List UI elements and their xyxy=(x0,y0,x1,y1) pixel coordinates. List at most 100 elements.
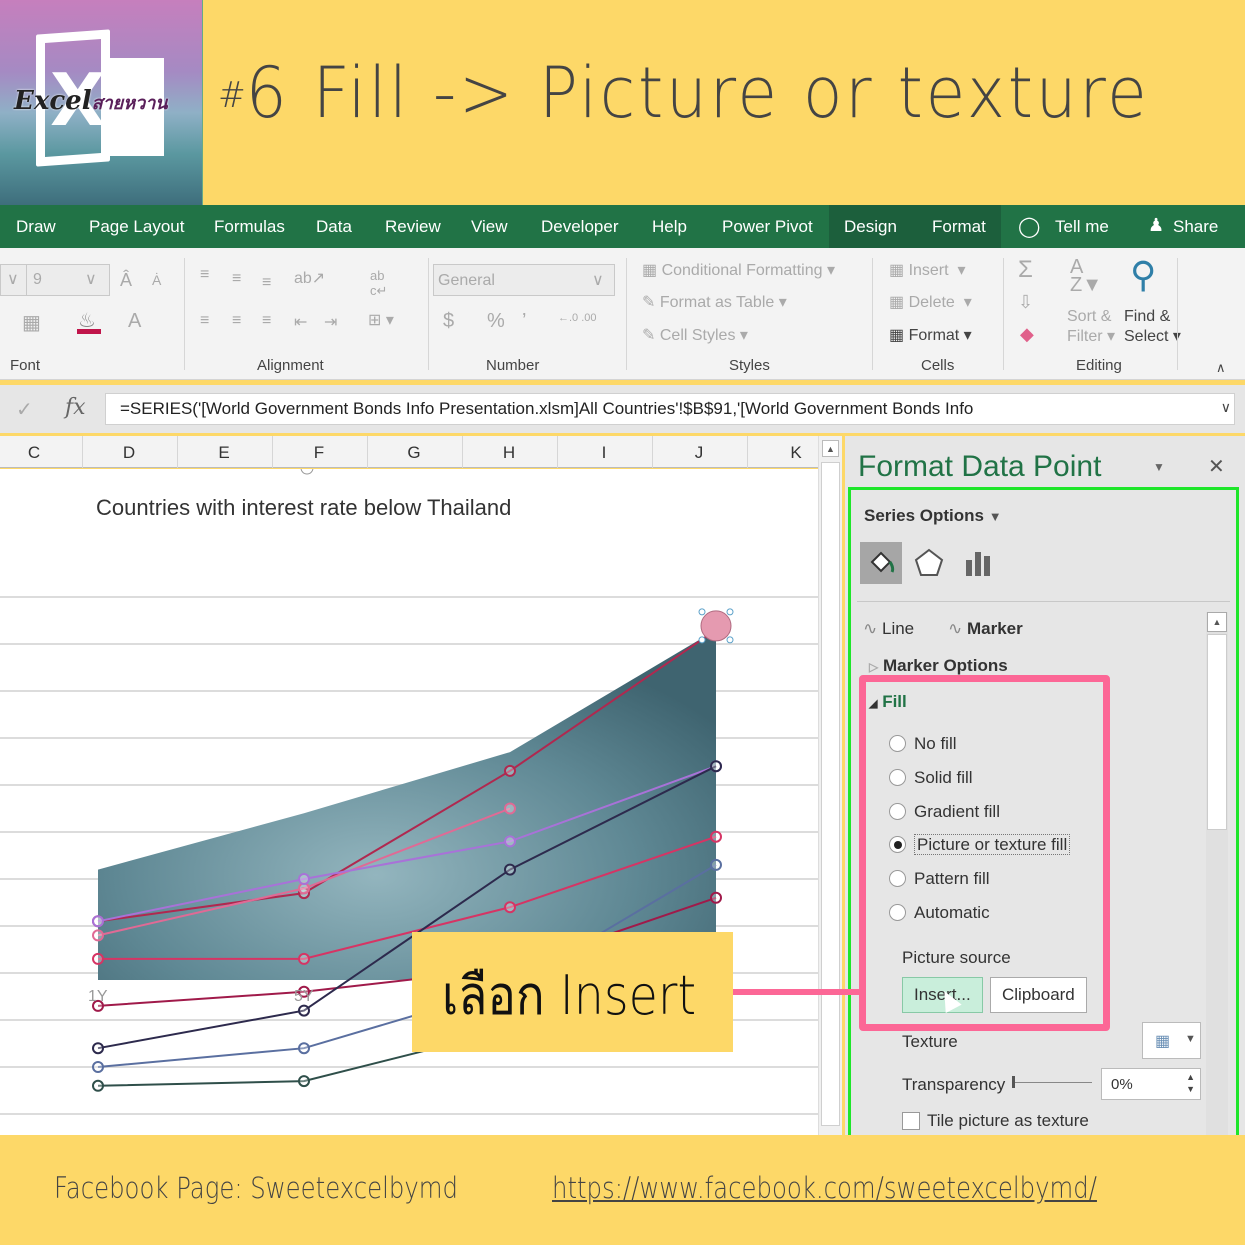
align-right-icon[interactable]: ≡ xyxy=(262,312,271,330)
transparency-input[interactable]: 0% ▲ ▼ xyxy=(1101,1068,1201,1100)
selected-data-point[interactable] xyxy=(700,610,732,642)
percent-button[interactable]: % xyxy=(487,310,505,333)
data-point[interactable] xyxy=(92,929,104,942)
align-bottom-icon[interactable]: ≡ xyxy=(262,274,271,292)
wrap-text-icon[interactable]: ab c↵ xyxy=(370,268,387,299)
tab-format[interactable]: Format xyxy=(932,217,986,237)
sheet-vertical-scrollbar[interactable]: ▲ xyxy=(818,436,842,1136)
tab-power-pivot[interactable]: Power Pivot xyxy=(722,217,813,237)
find-magnifier-icon[interactable]: ⚲ xyxy=(1130,254,1156,296)
format-cells-button[interactable]: ▦ Format ▾ xyxy=(889,325,972,345)
texture-dropdown[interactable]: ▦ ▼ xyxy=(1142,1022,1201,1059)
data-point[interactable] xyxy=(710,891,722,904)
sort-filter-icon[interactable]: A Z▼ xyxy=(1070,257,1102,295)
column-header[interactable]: I xyxy=(594,443,614,463)
tab-help[interactable]: Help xyxy=(652,217,687,237)
line-subtab[interactable]: ∿ Line xyxy=(863,619,914,639)
pane-scroll-up-icon[interactable]: ▲ xyxy=(1207,612,1227,632)
data-point[interactable] xyxy=(298,1004,310,1017)
data-point[interactable] xyxy=(710,830,722,843)
scroll-track[interactable] xyxy=(821,462,840,1126)
column-header[interactable]: G xyxy=(404,443,424,463)
column-header[interactable]: F xyxy=(309,443,329,463)
close-icon[interactable]: ✕ xyxy=(1208,454,1225,479)
borders-icon[interactable]: ▦ xyxy=(22,310,41,335)
selection-handle[interactable] xyxy=(698,636,706,644)
format-as-table-button[interactable]: ✎ Format as Table ▾ xyxy=(642,292,787,312)
marker-subtab[interactable]: ∿ Marker xyxy=(948,619,1023,639)
data-point[interactable] xyxy=(298,873,310,885)
data-point[interactable] xyxy=(92,952,104,965)
data-point[interactable] xyxy=(298,1042,310,1055)
transparency-slider[interactable] xyxy=(1012,1082,1092,1083)
increase-font-icon[interactable]: Â xyxy=(120,270,132,291)
increase-decimal-button[interactable]: ←.0 .00 xyxy=(558,312,597,324)
autosum-icon[interactable]: Σ xyxy=(1018,256,1033,284)
series-options-tab[interactable] xyxy=(957,542,999,584)
column-header[interactable]: H xyxy=(499,443,519,463)
data-point[interactable] xyxy=(504,802,516,815)
column-header[interactable]: E xyxy=(214,443,234,463)
marker-options-section[interactable]: ▷ Marker Options xyxy=(869,656,1008,676)
column-header[interactable]: J xyxy=(689,443,709,463)
clear-eraser-icon[interactable]: ◆ xyxy=(1020,324,1034,345)
find-select-button[interactable]: Find & Select ▾ xyxy=(1124,308,1181,346)
tab-formulas[interactable]: Formulas xyxy=(214,217,285,237)
data-point[interactable] xyxy=(504,901,516,914)
pane-scrollbar[interactable]: ▲ xyxy=(1206,612,1228,1137)
align-top-icon[interactable]: ≡ xyxy=(200,266,209,284)
increase-indent-icon[interactable]: ⇥ xyxy=(324,312,337,332)
sort-filter-button[interactable]: Sort & Filter ▾ xyxy=(1067,308,1115,346)
font-color-icon[interactable]: A xyxy=(128,310,141,333)
cell-styles-button[interactable]: ✎ Cell Styles ▾ xyxy=(642,325,748,345)
align-center-icon[interactable]: ≡ xyxy=(232,312,241,330)
series-options-dropdown[interactable]: Series Options ▼ xyxy=(864,506,1002,526)
delete-cells-button[interactable]: ▦ Delete ▾ xyxy=(889,292,972,312)
decrease-font-icon[interactable]: Ȧ xyxy=(152,272,161,288)
font-name-dropdown[interactable]: ∨ xyxy=(0,264,28,296)
facebook-link[interactable]: https://www.facebook.com/sweetexcelbymd/ xyxy=(552,1171,1097,1205)
formula-input[interactable]: =SERIES('[World Government Bonds Info Pr… xyxy=(105,393,1235,425)
tab-design[interactable]: Design xyxy=(844,217,897,237)
collapse-ribbon-icon[interactable]: ∧ xyxy=(1216,360,1226,376)
chart-resize-handle[interactable] xyxy=(300,469,314,475)
tab-data[interactable]: Data xyxy=(316,217,352,237)
chart-title[interactable]: Countries with interest rate below Thail… xyxy=(96,495,511,520)
effects-tab[interactable] xyxy=(908,542,950,584)
merge-center-icon[interactable]: ⊞ ▾ xyxy=(368,310,394,330)
scroll-up-icon[interactable]: ▲ xyxy=(822,440,839,457)
transparency-slider-thumb[interactable] xyxy=(1012,1076,1015,1088)
data-point[interactable] xyxy=(298,952,310,965)
align-left-icon[interactable]: ≡ xyxy=(200,312,209,330)
fx-icon[interactable]: fx xyxy=(65,395,86,420)
data-point[interactable] xyxy=(504,863,516,876)
tab-view[interactable]: View xyxy=(471,217,508,237)
column-header[interactable]: D xyxy=(119,443,139,463)
data-point[interactable] xyxy=(92,1042,104,1055)
font-size-dropdown[interactable]: 9 ∨ xyxy=(26,264,110,296)
number-format-dropdown[interactable]: General ∨ xyxy=(433,264,615,296)
tab-draw[interactable]: Draw xyxy=(16,217,56,237)
pane-scroll-thumb[interactable] xyxy=(1207,634,1227,830)
fill-down-icon[interactable]: ⇩ xyxy=(1018,292,1033,313)
check-icon[interactable]: ✓ xyxy=(16,397,33,422)
tab-developer[interactable]: Developer xyxy=(541,217,619,237)
data-point[interactable] xyxy=(92,1061,104,1073)
data-point[interactable] xyxy=(710,760,722,773)
selection-handle[interactable] xyxy=(698,608,706,616)
column-header[interactable]: K xyxy=(786,443,806,463)
selection-handle[interactable] xyxy=(726,636,734,644)
orientation-icon[interactable]: ab↗ xyxy=(294,268,325,288)
comma-button[interactable]: ’ xyxy=(522,310,526,333)
pane-options-dropdown-icon[interactable]: ▼ xyxy=(1153,460,1165,474)
data-point[interactable] xyxy=(504,764,516,777)
data-point[interactable] xyxy=(298,1075,310,1088)
expand-formula-icon[interactable]: ∨ xyxy=(1221,399,1231,416)
data-point[interactable] xyxy=(504,835,516,848)
currency-button[interactable]: $ xyxy=(443,310,454,333)
conditional-formatting-button[interactable]: ▦ Conditional Formatting ▾ xyxy=(642,260,835,280)
tell-me-search[interactable]: Tell me xyxy=(1055,217,1109,237)
tab-review[interactable]: Review xyxy=(385,217,441,237)
column-header[interactable]: C xyxy=(24,443,44,463)
data-point[interactable] xyxy=(92,915,104,928)
